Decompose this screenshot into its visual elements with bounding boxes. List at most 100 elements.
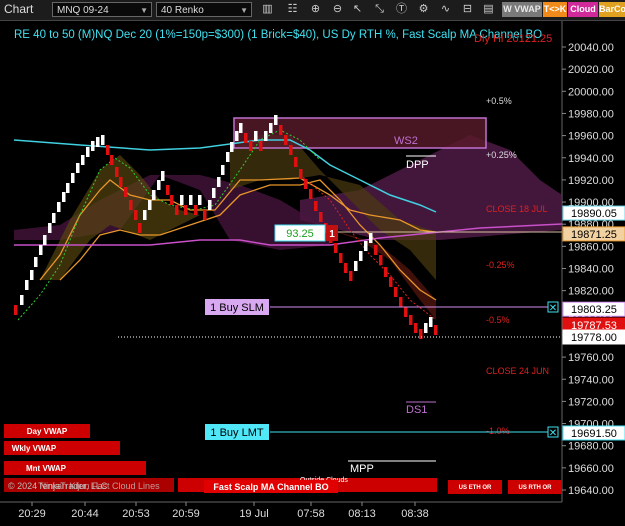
renko-brick [106,145,110,155]
renko-brick [110,155,114,165]
renko-brick [194,205,198,215]
draw-icon[interactable]: ⤡ [372,2,387,17]
barco-button[interactable]: BarCo [599,2,625,17]
renko-brick [319,212,323,222]
renko-brick [394,287,398,297]
price-flag-orange-label: 19871.25 [571,229,617,241]
price-tick-label: 19840.00 [568,264,614,276]
price-flag-buy-lmt-label: 19691.50 [571,428,617,440]
renko-brick [299,169,303,179]
price-tick-label: 19640.00 [568,485,614,497]
time-tick-label: 19 Jul [239,508,268,520]
renko-brick [279,125,283,135]
renko-brick [221,165,225,175]
price-flag-close-18jul-label: 19890.05 [571,208,617,220]
time-tick-label: 20:59 [172,508,200,520]
renko-brick [101,135,105,145]
renko-brick [34,257,38,267]
renko-brick [76,163,80,173]
renko-brick [119,177,123,187]
price-flag-dotted-label: 19778.00 [571,332,617,344]
renko-brick [364,241,368,251]
renko-brick [81,155,85,165]
close-icon: ✕ [549,303,557,314]
close-24-jun-label: CLOSE 24 JUN [486,366,549,376]
renko-brick [384,267,388,277]
renko-brick [414,323,418,333]
renko-brick [359,251,363,261]
properties-icon[interactable]: ☷ [285,2,300,17]
renko-brick [25,280,29,290]
layers-icon[interactable]: ▤ [481,2,496,17]
day-vwap-label: Day VWAP [27,427,68,436]
zoom-out-icon[interactable]: ⊖ [330,2,345,17]
renko-brick [166,185,170,195]
price-chart[interactable]: 20040.00 20020.00 20000.00 19980.00 19960.00… [0,21,625,526]
renko-brick [239,123,243,133]
chart-trader-icon[interactable]: ⊟ [460,2,475,17]
renko-brick [304,179,308,189]
us-rth-or-label: US RTH OR [519,485,553,491]
price-tick-label: 19720.00 [568,396,614,408]
renko-brick [86,147,90,157]
strategy-icon[interactable]: ⚙ [416,2,431,17]
renko-brick [226,152,230,162]
us-eth-or-label: US ETH OR [459,485,492,491]
renko-brick [138,223,142,233]
renko-brick [369,233,373,243]
price-tick-label: 19740.00 [568,374,614,386]
chart-title: Chart [4,2,34,16]
renko-brick [180,195,184,205]
bar-type-selector[interactable]: 40 Renko ▼ [156,2,252,17]
renko-brick [115,167,119,177]
renko-brick [71,173,75,183]
renko-brick [244,133,248,143]
price-tick-label: 20040.00 [568,42,614,54]
renko-brick [48,223,52,233]
renko-brick [274,115,278,125]
bar-type-value: 40 Renko [161,5,204,16]
renko-brick [434,325,438,335]
pct-up-05-label: +0.5% [486,96,512,106]
renko-brick [30,270,34,280]
renko-brick [354,261,358,271]
renko-brick [230,142,234,152]
renko-brick [379,255,383,265]
time-tick-label: 20:29 [18,508,46,520]
renko-brick [254,131,258,141]
renko-brick [203,210,207,220]
instrument-selector[interactable]: MNQ 09-24 ▼ [52,2,152,17]
bars-icon[interactable]: ▥ [260,2,275,17]
ds1-label: DS1 [406,404,427,416]
cursor-icon[interactable]: ↖ [350,2,365,17]
chart-toolbar: Chart MNQ 09-24 ▼ 40 Renko ▼ ▥ ☷ ⊕ ⊖ ↖ ⤡… [0,0,625,21]
fast-cloud-left [40,155,200,280]
close-18-jul-label: CLOSE 18 JUL [486,204,548,214]
w-vwap-button[interactable]: W VWAP [502,2,542,17]
renko-brick [235,131,239,141]
pct-up-025-label: +0.25% [486,150,517,160]
renko-brick [212,188,216,198]
time-axis[interactable]: 20:29 20:44 20:53 20:59 19 Jul 07:58 08:13 08:3… [18,502,429,520]
ws2-label: WS2 [394,135,418,147]
renko-brick [66,183,70,193]
renko-brick [429,317,433,327]
dpp-label: DPP [406,159,429,171]
zoom-in-icon[interactable]: ⊕ [308,2,323,17]
indicator-icon[interactable]: ∿ [438,2,453,17]
renko-brick [389,277,393,287]
renko-brick [189,195,193,205]
renko-brick [314,201,318,211]
text-tool-icon[interactable]: Ⓣ [394,2,409,17]
renko-brick [14,305,18,315]
renko-brick [409,315,413,325]
price-flag-buy-slm-label: 19803.25 [571,304,617,316]
renko-brick [374,245,378,255]
instrument-value: MNQ 09-24 [57,5,109,16]
price-tick-label: 19980.00 [568,108,614,120]
cloud-button[interactable]: Cloud [568,2,598,17]
fast-scalp-label: Fast Scalp MA Channel BO [213,482,328,492]
tk-button[interactable]: T<>K [543,2,567,17]
chevron-down-icon: ▼ [240,6,248,15]
renko-brick [334,243,338,253]
